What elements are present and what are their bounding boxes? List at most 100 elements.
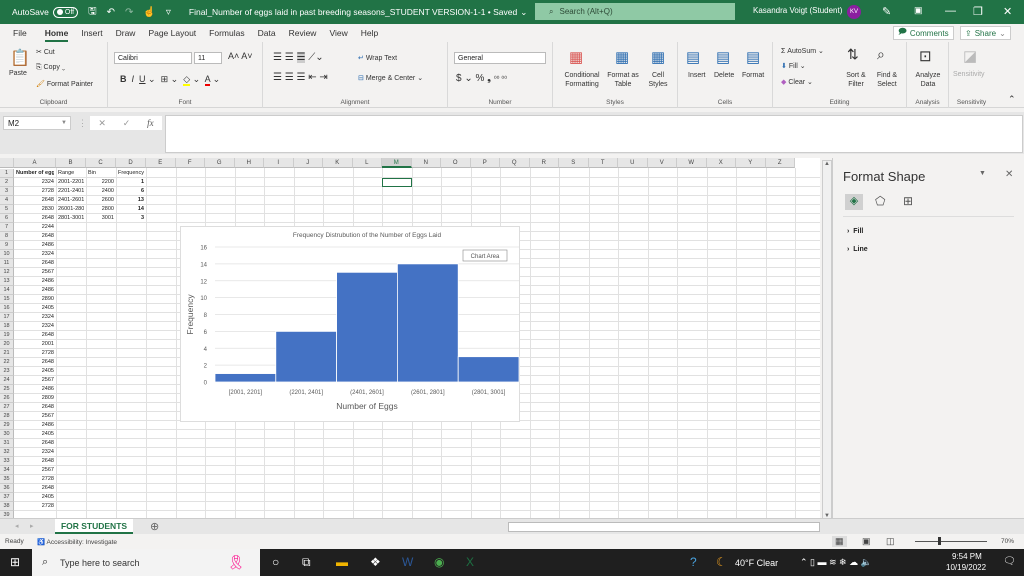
- autosave-toggle[interactable]: Off: [52, 6, 79, 18]
- selected-cell-m2[interactable]: [382, 178, 412, 187]
- number-format-select[interactable]: General: [454, 52, 546, 64]
- add-sheet-icon[interactable]: ⊕: [150, 520, 159, 533]
- row-header-32[interactable]: 32: [0, 448, 14, 457]
- eggs-cell[interactable]: 2486: [16, 286, 54, 295]
- row-header-9[interactable]: 9: [0, 241, 14, 250]
- bin-cell[interactable]: 2400: [88, 187, 114, 196]
- row-header-25[interactable]: 25: [0, 385, 14, 394]
- frequency-cell[interactable]: 1: [118, 178, 144, 187]
- touch-mode-icon[interactable]: ☝: [143, 7, 155, 18]
- eggs-cell[interactable]: 2728: [16, 349, 54, 358]
- zoom-slider-handle[interactable]: [938, 537, 941, 545]
- row-header-30[interactable]: 30: [0, 430, 14, 439]
- range-cell[interactable]: 2401-2601: [58, 196, 84, 205]
- delete-cells-icon[interactable]: ▤: [716, 48, 730, 66]
- tab-insert[interactable]: Insert: [81, 28, 102, 38]
- formula-input[interactable]: [165, 115, 1023, 153]
- wrap-text-button[interactable]: ↵ Wrap Text: [358, 54, 397, 62]
- column-header-t[interactable]: T: [588, 158, 618, 168]
- header-cell[interactable]: Frequency: [118, 169, 144, 178]
- increase-font-icon[interactable]: A˄ A˅: [228, 51, 253, 61]
- excel-icon[interactable]: X: [466, 555, 474, 569]
- column-header-f[interactable]: F: [175, 158, 205, 168]
- row-header-36[interactable]: 36: [0, 484, 14, 493]
- sort-filter-icon[interactable]: ⇅: [847, 46, 859, 63]
- eggs-cell[interactable]: 2405: [16, 493, 54, 502]
- histogram-chart[interactable]: Frequency Distrubution of the Number of …: [180, 226, 520, 422]
- eggs-cell[interactable]: 2648: [16, 358, 54, 367]
- row-header-1[interactable]: 1: [0, 169, 14, 178]
- row-header-4[interactable]: 4: [0, 196, 14, 205]
- header-cell[interactable]: Number of eggs laid: [16, 169, 54, 178]
- sensitivity-icon[interactable]: ◪: [963, 47, 977, 65]
- row-header-37[interactable]: 37: [0, 493, 14, 502]
- autosum-button[interactable]: Σ AutoSum ⌄: [781, 47, 824, 55]
- eggs-cell[interactable]: 2324: [16, 313, 54, 322]
- column-header-p[interactable]: P: [470, 158, 500, 168]
- frequency-cell[interactable]: 14: [118, 205, 144, 214]
- column-header-d[interactable]: D: [116, 158, 146, 168]
- pane-close-icon[interactable]: ✕: [1005, 169, 1013, 180]
- format-painter-button[interactable]: 🖌 Format Painter: [36, 80, 93, 88]
- vertical-scrollbar[interactable]: ▲ ▼: [822, 160, 832, 520]
- tab-file[interactable]: File: [13, 28, 27, 38]
- tab-data[interactable]: Data: [258, 28, 276, 38]
- row-header-22[interactable]: 22: [0, 358, 14, 367]
- help-icon[interactable]: ?: [690, 555, 697, 569]
- row-header-20[interactable]: 20: [0, 340, 14, 349]
- eggs-cell[interactable]: 2324: [16, 322, 54, 331]
- eggs-cell[interactable]: 2890: [16, 295, 54, 304]
- size-properties-icon[interactable]: ⊞: [903, 194, 913, 208]
- zoom-slider[interactable]: [915, 541, 987, 542]
- tab-formulas[interactable]: Formulas: [209, 28, 244, 38]
- eggs-cell[interactable]: 2728: [16, 502, 54, 511]
- clear-button[interactable]: ◆ Clear ⌄: [781, 78, 813, 86]
- sheet-tab-for-students[interactable]: FOR STUDENTS: [55, 519, 133, 534]
- accessibility-status[interactable]: ♿ Accessibility: Investigate: [37, 538, 117, 546]
- pen-icon[interactable]: ✎: [882, 5, 891, 18]
- row-header-33[interactable]: 33: [0, 457, 14, 466]
- restore-icon[interactable]: ❐: [973, 5, 983, 18]
- row-header-23[interactable]: 23: [0, 367, 14, 376]
- eggs-cell[interactable]: 2567: [16, 268, 54, 277]
- row-header-14[interactable]: 14: [0, 286, 14, 295]
- column-header-x[interactable]: X: [706, 158, 736, 168]
- format-table-icon[interactable]: ▦: [615, 48, 629, 66]
- tab-view[interactable]: View: [329, 28, 347, 38]
- row-header-2[interactable]: 2: [0, 178, 14, 187]
- row-header-13[interactable]: 13: [0, 277, 14, 286]
- eggs-cell[interactable]: 2324: [16, 178, 54, 187]
- row-header-8[interactable]: 8: [0, 232, 14, 241]
- page-break-view-icon[interactable]: ◫: [886, 536, 895, 547]
- row-header-18[interactable]: 18: [0, 322, 14, 331]
- line-section[interactable]: › Line: [847, 246, 868, 253]
- find-icon[interactable]: ⌕: [877, 46, 885, 63]
- row-header-16[interactable]: 16: [0, 304, 14, 313]
- task-view-icon[interactable]: ⧉: [302, 555, 311, 570]
- enter-icon[interactable]: ✓: [123, 118, 131, 129]
- column-header-n[interactable]: N: [411, 158, 441, 168]
- page-layout-view-icon[interactable]: ▣: [862, 536, 871, 547]
- conditional-formatting-button[interactable]: Conditional Formatting: [561, 71, 603, 89]
- dropbox-icon[interactable]: ❖: [370, 555, 381, 569]
- document-title[interactable]: Final_Number of eggs laid in past breedi…: [189, 7, 517, 17]
- range-cell[interactable]: 26001-280: [58, 205, 84, 214]
- bin-cell[interactable]: 3001: [88, 214, 114, 223]
- delete-button[interactable]: Delete: [714, 72, 734, 79]
- user-name[interactable]: Kasandra Voigt (Student): [753, 6, 842, 15]
- cell-styles-button[interactable]: Cell Styles: [643, 71, 673, 89]
- find-select-button[interactable]: Find & Select: [871, 71, 903, 89]
- column-header-q[interactable]: Q: [500, 158, 530, 168]
- sort-filter-button[interactable]: Sort & Filter: [841, 71, 871, 89]
- row-header-34[interactable]: 34: [0, 466, 14, 475]
- save-icon[interactable]: 🖫: [88, 4, 97, 21]
- column-header-a[interactable]: A: [14, 158, 56, 168]
- tab-home[interactable]: Home: [44, 28, 68, 42]
- column-header-o[interactable]: O: [441, 158, 471, 168]
- eggs-cell[interactable]: 2567: [16, 466, 54, 475]
- sensitivity-button[interactable]: Sensitivity: [953, 71, 985, 78]
- merge-center-button[interactable]: ⊟ Merge & Center ⌄: [358, 74, 423, 82]
- row-header-28[interactable]: 28: [0, 412, 14, 421]
- effects-icon[interactable]: ⬠: [875, 194, 885, 208]
- column-header-l[interactable]: L: [352, 158, 382, 168]
